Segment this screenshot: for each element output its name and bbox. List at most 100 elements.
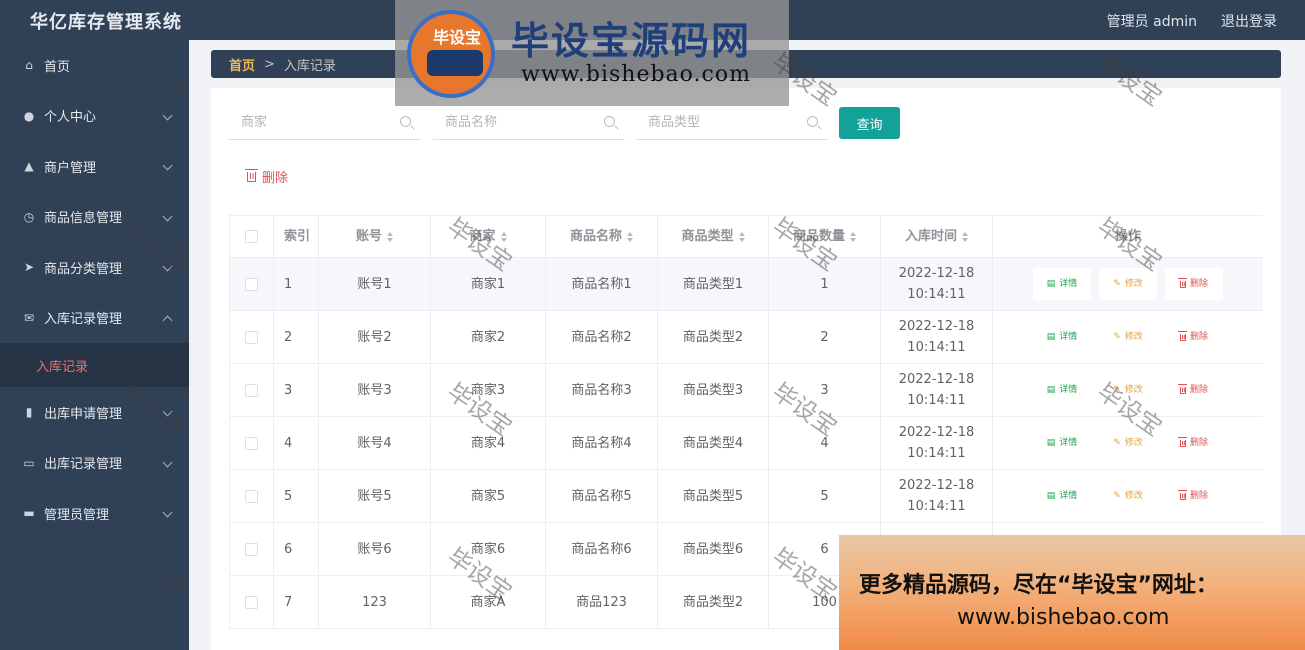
chevron-up-icon	[162, 315, 173, 326]
edit-icon: ✎	[1113, 490, 1121, 501]
row-delete-button[interactable]: 删除	[1165, 268, 1223, 300]
cell-time: 2022-12-18 10:14:11	[898, 319, 975, 355]
sidebar-item-6[interactable]: ▮ 出库申请管理	[0, 387, 189, 438]
cell-index: 3	[284, 382, 293, 398]
edit-label: 修改	[1124, 278, 1143, 289]
detail-button[interactable]: ▤ 详情	[1033, 321, 1091, 353]
current-user: 管理员 admin	[1106, 14, 1197, 30]
cell-account: 账号4	[357, 435, 392, 451]
trash-icon	[1178, 278, 1188, 288]
detail-button[interactable]: ▤ 详情	[1033, 268, 1091, 300]
cell-quantity: 3	[820, 382, 829, 398]
name-search-input[interactable]	[433, 106, 593, 138]
cell-merchant: 商家A	[470, 594, 506, 610]
header-account-sort[interactable]: 账号	[319, 216, 431, 257]
sidebar-subitem-inbound-records[interactable]: 入库记录	[0, 343, 189, 387]
row-checkbox[interactable]	[245, 330, 258, 344]
cell-name: 商品名称1	[571, 276, 632, 292]
sidebar-item-4[interactable]: ➤ 商品分类管理	[0, 242, 189, 293]
cell-index: 7	[284, 594, 293, 610]
type-search-field	[636, 106, 828, 140]
cell-index: 1	[284, 276, 293, 292]
edit-button[interactable]: ✎ 修改	[1099, 321, 1157, 353]
cell-type: 商品类型3	[682, 382, 744, 398]
cell-type: 商品类型6	[682, 541, 744, 557]
row-checkbox[interactable]	[245, 542, 258, 556]
ad-banner: 更多精品源码，尽在“毕设宝”网址： www.bishebao.com	[839, 535, 1305, 650]
sidebar-item-label: 商品分类管理	[44, 261, 123, 277]
sidebar-item-label: 商品信息管理	[44, 211, 123, 227]
delete-label: 删除	[1189, 278, 1208, 289]
mail-icon: ✉	[23, 310, 35, 325]
detail-label: 详情	[1059, 331, 1078, 342]
user-icon: ●	[23, 108, 35, 123]
logout-link[interactable]: 退出登录	[1221, 11, 1277, 31]
detail-label: 详情	[1059, 278, 1078, 289]
edit-button[interactable]: ✎ 修改	[1099, 480, 1157, 512]
row-checkbox[interactable]	[245, 277, 258, 291]
row-delete-button[interactable]: 删除	[1165, 321, 1223, 353]
row-delete-button[interactable]: 删除	[1165, 427, 1223, 459]
sidebar-item-label: 商户管理	[44, 160, 97, 176]
detail-button[interactable]: ▤ 详情	[1033, 427, 1091, 459]
header-quantity: 商品数量	[792, 229, 845, 244]
type-search-input[interactable]	[636, 106, 796, 138]
sidebar-item-7[interactable]: ▭ 出库记录管理	[0, 438, 189, 489]
select-all-checkbox[interactable]	[245, 230, 258, 243]
cell-account: 123	[362, 594, 387, 610]
sort-icon	[627, 231, 633, 242]
row-delete-button[interactable]: 删除	[1165, 374, 1223, 406]
sidebar-item-2[interactable]: ▲ 商户管理	[0, 141, 189, 192]
cell-index: 5	[284, 488, 293, 504]
breadcrumb-home[interactable]: 首页	[229, 55, 255, 74]
header-time-sort[interactable]: 入库时间	[881, 216, 993, 257]
header-ops: 操作	[1114, 229, 1141, 244]
table-header: 索引 账号 商家 商品名称 商品类型 商品数量 入库时间 操作	[229, 216, 1263, 258]
edit-icon: ✎	[1113, 331, 1121, 342]
query-button[interactable]: 查询	[839, 107, 900, 139]
batch-delete-button[interactable]: 删除	[245, 167, 288, 186]
cell-type: 商品类型5	[682, 488, 744, 504]
detail-button[interactable]: ▤ 详情	[1033, 480, 1091, 512]
row-checkbox[interactable]	[245, 383, 258, 397]
edit-button[interactable]: ✎ 修改	[1099, 374, 1157, 406]
row-delete-button[interactable]: 删除	[1165, 480, 1223, 512]
header-name-sort[interactable]: 商品名称	[546, 216, 658, 257]
document-icon: ▤	[1046, 278, 1056, 289]
header-merchant-sort[interactable]: 商家	[431, 216, 546, 257]
header-quantity-sort[interactable]: 商品数量	[769, 216, 881, 257]
row-checkbox[interactable]	[245, 489, 258, 503]
edit-label: 修改	[1124, 437, 1143, 448]
row-checkbox[interactable]	[245, 436, 258, 450]
sidebar-item-label: 入库记录管理	[44, 312, 123, 328]
row-checkbox[interactable]	[245, 595, 258, 609]
sidebar-item-8[interactable]: ▬ 管理员管理	[0, 488, 189, 539]
trash-icon	[1178, 490, 1188, 500]
sort-icon	[387, 231, 393, 242]
document-icon: ▤	[1046, 490, 1056, 501]
sort-icon	[962, 231, 968, 242]
chevron-down-icon	[162, 406, 173, 417]
chevron-down-icon	[162, 507, 173, 518]
sort-icon	[738, 231, 745, 242]
cell-type: 商品类型2	[682, 329, 744, 345]
chevron-down-icon	[162, 110, 173, 121]
sidebar-item-0[interactable]: ⌂ 首页	[0, 40, 189, 91]
edit-label: 修改	[1124, 384, 1143, 395]
search-icon	[400, 116, 411, 127]
header-account: 账号	[355, 229, 382, 244]
table-row: 2 账号2 商家2 商品名称2 商品类型2 2 2022-12-18 10:14:11 ▤ 详情…	[229, 311, 1263, 364]
sidebar-item-5[interactable]: ✉ 入库记录管理	[0, 293, 189, 344]
cell-merchant: 商家2	[470, 329, 506, 345]
edit-button[interactable]: ✎ 修改	[1099, 268, 1157, 300]
header-type-sort[interactable]: 商品类型	[658, 216, 769, 257]
cell-index: 4	[284, 435, 293, 451]
sidebar-item-3[interactable]: ◷ 商品信息管理	[0, 192, 189, 243]
header-time: 入库时间	[904, 229, 957, 244]
merchant-search-field	[229, 106, 421, 140]
sidebar-item-1[interactable]: ● 个人中心	[0, 91, 189, 142]
edit-button[interactable]: ✎ 修改	[1099, 427, 1157, 459]
cell-merchant: 商家6	[470, 541, 506, 557]
merchant-search-input[interactable]	[229, 106, 389, 138]
detail-button[interactable]: ▤ 详情	[1033, 374, 1091, 406]
